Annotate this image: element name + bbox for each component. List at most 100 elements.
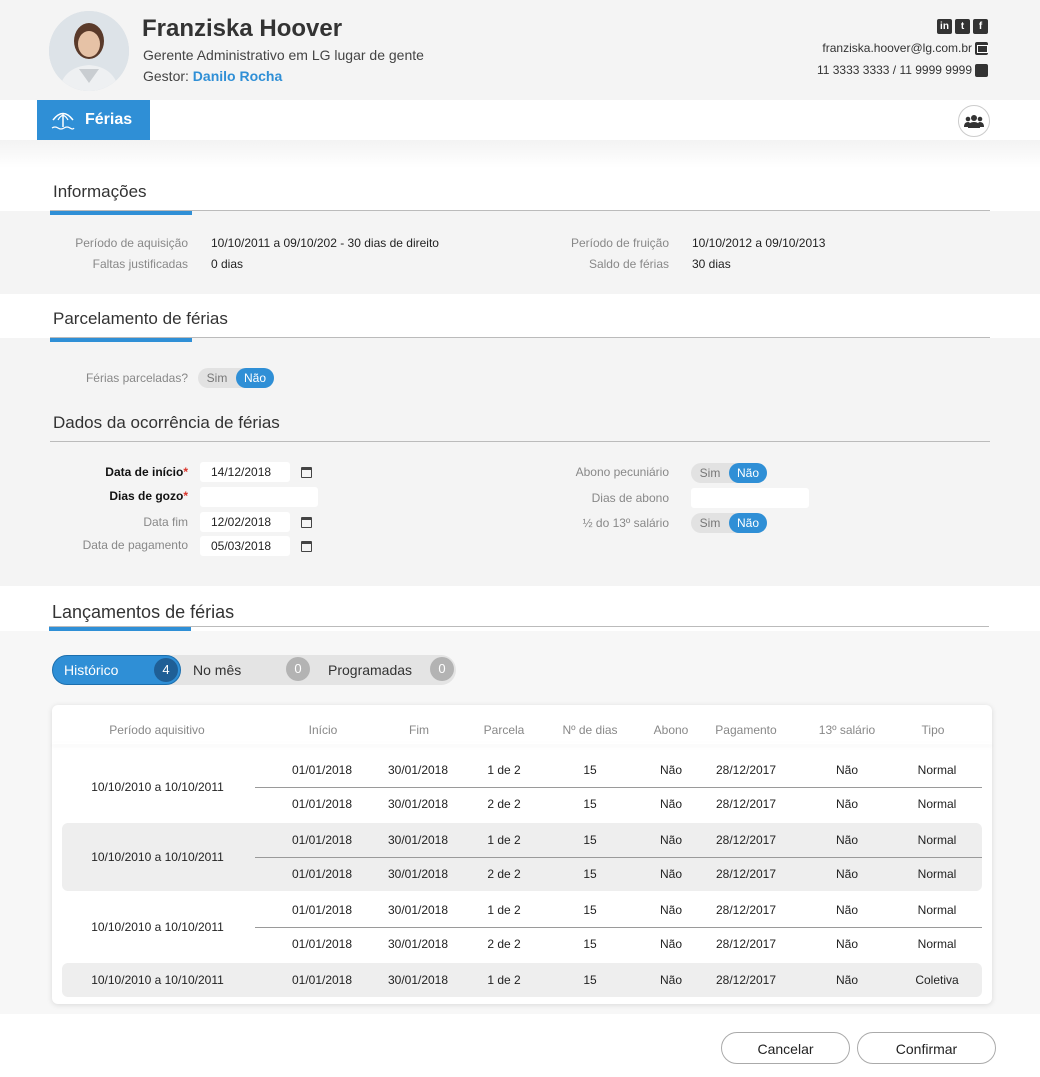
table-cell: Não	[835, 833, 858, 847]
table-cell: 2 de 2	[487, 867, 521, 881]
aquisicao-label: Período de aquisição	[75, 236, 188, 250]
table-row[interactable]: 01/01/2018 30/01/2018 1 de 2 15 Não 28/12/201…	[62, 823, 982, 857]
inicio-label-text: Data de início	[105, 465, 184, 479]
filter-no-mes[interactable]: No mês 0	[182, 655, 312, 685]
table-row-group: 10/10/2010 a 10/10/2011 01/01/2018 30/01/2…	[62, 753, 982, 821]
fruicao-value: 10/10/2012 a 09/10/2013	[692, 236, 826, 250]
table-cell: 15	[583, 903, 597, 917]
tab-shadow	[0, 140, 1040, 168]
col-tipo: Tipo	[921, 723, 945, 737]
decimo-toggle[interactable]: Sim Não	[691, 513, 767, 533]
fruicao-label: Período de fruição	[570, 236, 669, 250]
filter-no-mes-count: 0	[286, 657, 310, 681]
abono-label: Abono pecuniário	[575, 465, 669, 479]
faltas-value: 0 dias	[211, 257, 244, 271]
table-cell: Não	[835, 867, 858, 881]
toggle-sim[interactable]: Sim	[691, 463, 729, 483]
table-cell: Normal	[917, 937, 957, 951]
table-cell: 15	[583, 833, 597, 847]
profile-phone: 11 3333 3333 / 11 9999 9999	[817, 63, 988, 77]
table-cell: Não	[835, 797, 858, 811]
data-pagamento-input[interactable]: 05/03/2018	[200, 536, 290, 556]
data-fim-input[interactable]: 12/02/2018	[200, 512, 290, 532]
table-cell: Normal	[917, 833, 957, 847]
data-fim-label: Data fim	[143, 515, 188, 529]
filter-historico[interactable]: Histórico 4	[52, 655, 181, 685]
manager-link[interactable]: Danilo Rocha	[193, 68, 282, 84]
table-row-group: 10/10/2010 a 10/10/2011 01/01/2018 30/01/2…	[62, 893, 982, 961]
team-button[interactable]	[958, 105, 990, 137]
calendar-icon[interactable]	[301, 517, 312, 528]
table-cell: 1 de 2	[487, 833, 521, 847]
data-inicio-input[interactable]: 14/12/2018	[200, 462, 290, 482]
table-cell: 1 de 2	[487, 973, 521, 987]
col-13-salario: 13º salário	[818, 723, 876, 737]
filter-programadas-count: 0	[430, 657, 454, 681]
info-title: Informações	[53, 182, 147, 201]
col-pagamento: Pagamento	[715, 723, 777, 737]
calendar-icon[interactable]	[301, 541, 312, 552]
lancamentos-accent-bar	[49, 627, 191, 631]
col-dias: Nº de dias	[562, 723, 618, 737]
table-row[interactable]: 01/01/2018 30/01/2018 2 de 2 15 Não 28/12/201…	[62, 787, 982, 821]
profile-name: Franziska Hoover	[142, 15, 343, 42]
table-cell: 01/01/2018	[291, 763, 353, 777]
table-cell: 30/01/2018	[387, 833, 449, 847]
dias-abono-label: Dias de abono	[591, 491, 669, 505]
toggle-nao[interactable]: Não	[729, 513, 767, 533]
phone-icon[interactable]	[975, 63, 988, 77]
table-cell: 28/12/2017	[715, 797, 777, 811]
col-fim: Fim	[409, 723, 429, 737]
dias-gozo-label: Dias de gozo*	[109, 489, 188, 503]
table-cell: 2 de 2	[487, 937, 521, 951]
dias-gozo-label-text: Dias de gozo	[109, 489, 184, 503]
decimo-label: ½ do 13º salário	[582, 516, 669, 530]
abono-toggle[interactable]: Sim Não	[691, 463, 767, 483]
table-row[interactable]: 01/01/2018 30/01/2018 2 de 2 15 Não 28/12/201…	[62, 927, 982, 961]
filter-no-mes-label: No mês	[193, 662, 242, 678]
table-cell: 15	[583, 867, 597, 881]
toggle-nao[interactable]: Não	[236, 368, 274, 388]
linkedin-icon[interactable]: in	[937, 19, 952, 34]
toggle-sim[interactable]: Sim	[691, 513, 729, 533]
saldo-value: 30 dias	[692, 257, 731, 271]
table-row[interactable]: 01/01/2018 30/01/2018 1 de 2 15 Não 28/12/201…	[62, 963, 982, 997]
table-cell: 15	[583, 797, 597, 811]
dias-gozo-input[interactable]	[200, 487, 318, 507]
mail-icon[interactable]	[975, 41, 988, 55]
table-cell: 15	[583, 937, 597, 951]
table-cell: 28/12/2017	[715, 937, 777, 951]
table-row[interactable]: 01/01/2018 30/01/2018 1 de 2 15 Não 28/12/201…	[62, 753, 982, 787]
table-cell: Normal	[917, 903, 957, 917]
toggle-sim[interactable]: Sim	[198, 368, 236, 388]
tab-ferias[interactable]: Férias	[37, 100, 150, 140]
twitter-icon[interactable]: t	[955, 19, 970, 34]
table-cell: 30/01/2018	[387, 937, 449, 951]
col-abono: Abono	[653, 723, 689, 737]
table-cell: 2 de 2	[487, 797, 521, 811]
table-row[interactable]: 01/01/2018 30/01/2018 1 de 2 15 Não 28/12/201…	[62, 893, 982, 927]
parceladas-toggle[interactable]: Sim Não	[198, 368, 274, 388]
toggle-nao[interactable]: Não	[729, 463, 767, 483]
table-row[interactable]: 01/01/2018 30/01/2018 2 de 2 15 Não 28/12/201…	[62, 857, 982, 891]
aquisicao-value: 10/10/2011 a 09/10/202 - 30 dias de dire…	[211, 236, 439, 250]
table-cell: 01/01/2018	[291, 867, 353, 881]
confirm-button[interactable]: Confirmar	[857, 1032, 996, 1064]
facebook-icon[interactable]: f	[973, 19, 988, 34]
cancel-button[interactable]: Cancelar	[721, 1032, 850, 1064]
group-icon	[964, 115, 984, 128]
col-periodo: Período aquisitivo	[109, 723, 205, 737]
table-cell: Não	[835, 937, 858, 951]
manager-prefix: Gestor:	[143, 68, 193, 84]
calendar-icon[interactable]	[301, 467, 312, 478]
filter-programadas[interactable]: Programadas 0	[317, 655, 456, 685]
table-cell: 30/01/2018	[387, 903, 449, 917]
table-cell: 28/12/2017	[715, 833, 777, 847]
lancamentos-title: Lançamentos de férias	[52, 602, 235, 622]
col-inicio: Início	[308, 723, 338, 737]
social-links: in t f	[937, 19, 988, 34]
table-cell: 28/12/2017	[715, 763, 777, 777]
dias-abono-input[interactable]	[691, 488, 809, 508]
profile-email: franziska.hoover@lg.com.br	[822, 41, 988, 55]
table-row-group: 10/10/2010 a 10/10/2011 01/01/2018 30/01/2…	[62, 963, 982, 997]
